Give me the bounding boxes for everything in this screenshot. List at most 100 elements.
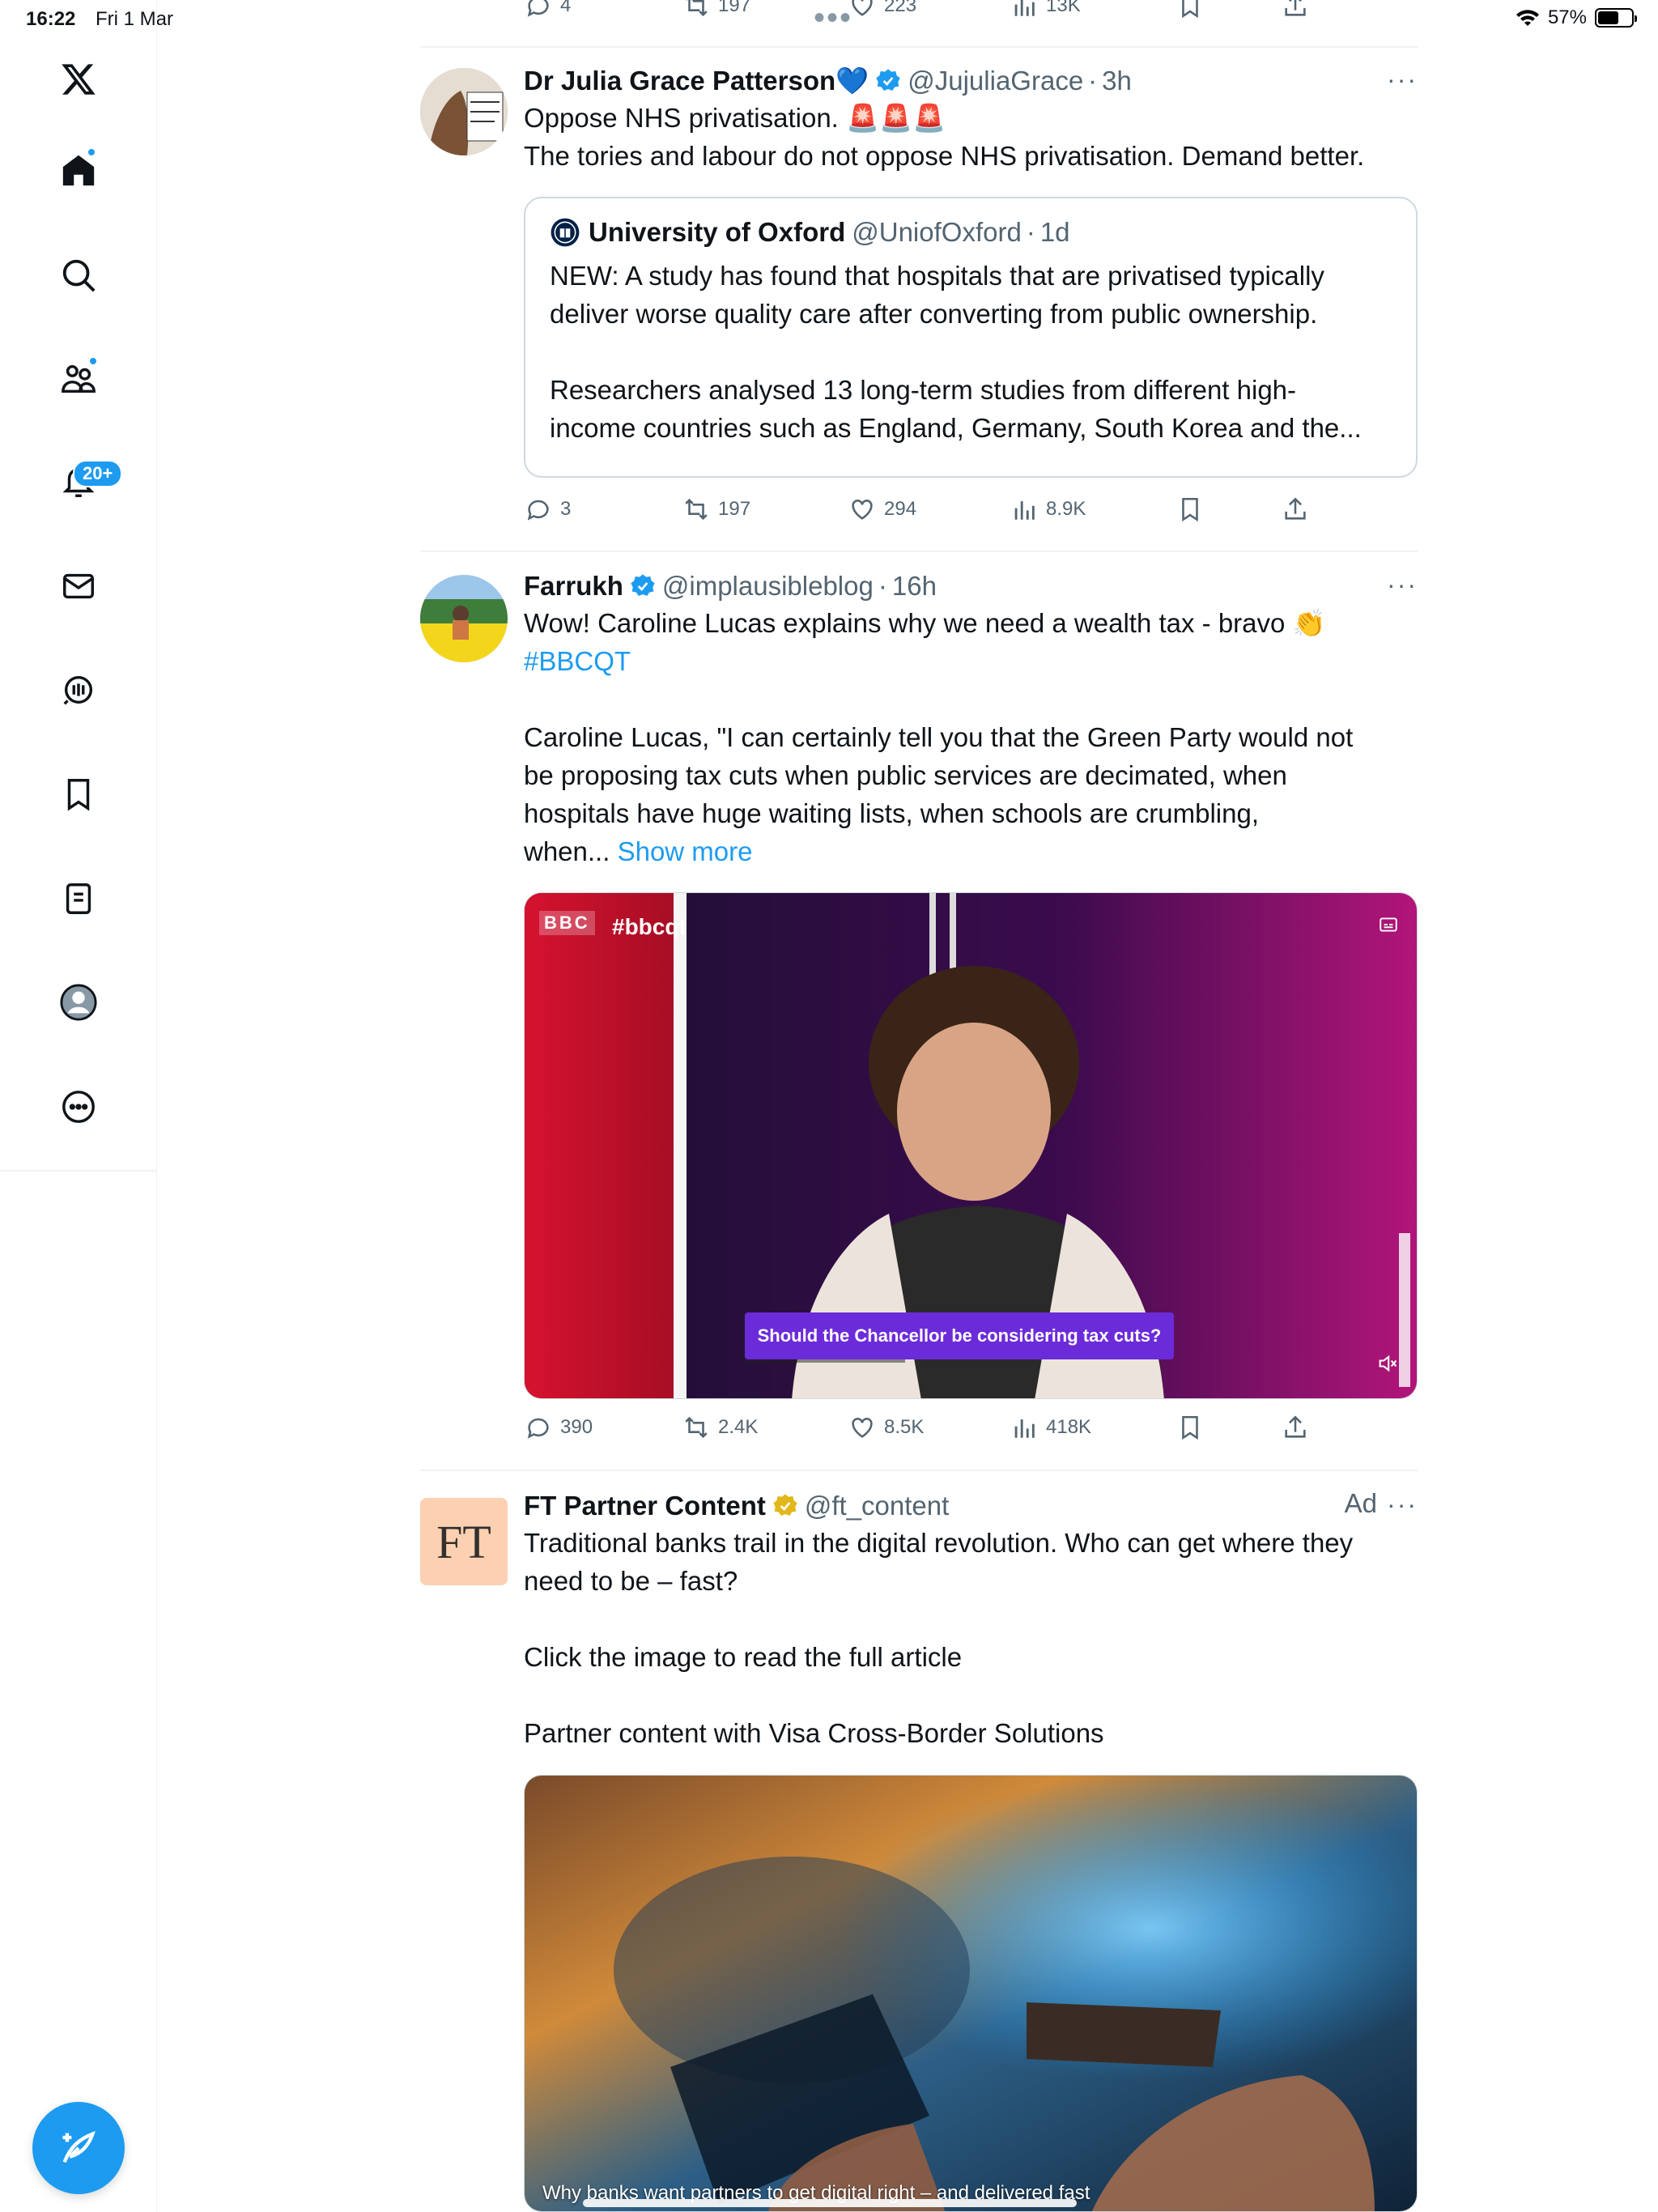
x-logo-icon[interactable] xyxy=(46,47,111,112)
author-name[interactable]: Farrukh xyxy=(524,568,623,604)
reply-action[interactable]: 4 xyxy=(525,0,571,19)
quote-author-handle: @UniofOxford xyxy=(852,217,1022,247)
bookmark-icon xyxy=(1182,0,1198,19)
channel-logo: BBC xyxy=(539,911,595,935)
tweet-divider xyxy=(420,46,1418,48)
messages-icon[interactable] xyxy=(46,554,111,619)
like-action[interactable]: 223 xyxy=(848,0,916,19)
communities-icon[interactable] xyxy=(46,347,111,411)
tweet-header: Dr Julia Grace Patterson💙 @JujuliaGrace … xyxy=(524,63,1418,99)
status-right: 57% xyxy=(1516,6,1637,29)
bookmark-action[interactable] xyxy=(1176,1414,1204,1441)
quote-header: University of Oxford @UniofOxford · 1d xyxy=(550,215,1392,250)
bookmark-action[interactable] xyxy=(1176,496,1204,523)
reply-action[interactable]: 390 xyxy=(525,1414,593,1441)
tweet-divider xyxy=(420,551,1418,552)
more-options-icon[interactable]: ··· xyxy=(1387,570,1418,600)
video-hashtag-overlay: #bbcqt xyxy=(612,914,687,939)
author-handle[interactable]: @JujuliaGrace xyxy=(908,63,1083,99)
lists-icon[interactable] xyxy=(46,866,111,931)
tweet-actions: 3 197 294 8.9K xyxy=(525,496,1415,528)
quote-timestamp: 1d xyxy=(1039,217,1070,247)
tweet-divider xyxy=(420,1470,1418,1471)
separator: · xyxy=(1026,217,1035,247)
battery-icon xyxy=(1595,8,1637,28)
avatar[interactable] xyxy=(420,575,508,662)
ft-logo-avatar[interactable]: FT xyxy=(420,1498,508,1585)
tweet-text: Traditional banks trail in the digital r… xyxy=(524,1528,1354,1748)
reply-action[interactable]: 3 xyxy=(525,496,571,523)
avatar[interactable] xyxy=(420,68,508,155)
notifications-badge: 20+ xyxy=(73,460,123,487)
repost-action[interactable]: 197 xyxy=(682,0,750,19)
sidebar: 20+ xyxy=(0,0,157,2212)
views-chart-icon xyxy=(1014,1419,1035,1438)
quote-author-name: University of Oxford xyxy=(589,217,846,247)
captions-icon[interactable] xyxy=(1378,914,1399,939)
share-icon xyxy=(1285,0,1306,16)
views-action[interactable]: 8.9K xyxy=(1010,496,1086,523)
share-action[interactable] xyxy=(1282,0,1309,19)
reply-count: 3 xyxy=(560,498,572,520)
verified-badge-icon xyxy=(876,69,900,91)
reply-count: 390 xyxy=(560,1416,593,1438)
timestamp[interactable]: 16h xyxy=(892,568,937,604)
reply-icon xyxy=(527,500,549,521)
home-icon[interactable] xyxy=(46,138,111,202)
compose-post-button[interactable] xyxy=(32,2102,125,2194)
repost-icon xyxy=(685,1416,708,1439)
views-action[interactable]: 418K xyxy=(1010,1414,1091,1441)
tweet-header: FT Partner Content @ft_content xyxy=(524,1488,1418,1524)
bookmarks-icon[interactable] xyxy=(46,762,111,827)
more-circle-icon[interactable] xyxy=(46,1074,111,1139)
profile-avatar-icon[interactable] xyxy=(46,970,111,1035)
repost-count: 197 xyxy=(718,498,751,520)
repost-action[interactable]: 2.4K xyxy=(682,1414,758,1441)
tweet-header: Farrukh @implausibleblog · 16h xyxy=(524,568,1418,604)
views-count: 13K xyxy=(1046,0,1081,16)
like-action[interactable]: 8.5K xyxy=(848,1414,924,1441)
heart-icon xyxy=(852,0,873,16)
verified-badge-icon xyxy=(631,574,655,596)
share-action[interactable] xyxy=(1282,496,1309,523)
share-action[interactable] xyxy=(1282,1414,1309,1441)
video-caption-banner: Should the Chancellor be considering tax… xyxy=(745,1312,1174,1359)
heart-icon xyxy=(852,1418,873,1438)
repost-icon xyxy=(685,498,708,521)
more-options-icon[interactable]: ··· xyxy=(1387,1490,1418,1520)
repost-count: 2.4K xyxy=(718,1416,759,1438)
like-count: 223 xyxy=(884,0,917,16)
quoted-tweet[interactable]: University of Oxford @UniofOxford · 1d N… xyxy=(524,197,1418,478)
quote-text: NEW: A study has found that hospitals th… xyxy=(550,261,1362,443)
bookmark-action[interactable] xyxy=(1176,0,1204,19)
ad-image-card[interactable]: Why banks want partners to get digital r… xyxy=(524,1775,1418,2212)
like-action[interactable]: 294 xyxy=(848,496,916,523)
hashtag-link[interactable]: #BBCQT xyxy=(524,642,1418,680)
feather-plus-icon xyxy=(62,2131,96,2163)
timestamp[interactable]: 3h xyxy=(1102,63,1132,99)
grok-icon[interactable] xyxy=(46,657,111,722)
video-player[interactable]: BBC #bbcqt Should the Chancellor be cons… xyxy=(524,892,1418,1399)
views-action[interactable]: 13K xyxy=(1010,0,1081,19)
oxford-crest-icon xyxy=(551,218,580,247)
author-name[interactable]: FT Partner Content xyxy=(524,1488,766,1524)
tweet-text-line: Wow! Caroline Lucas explains why we need… xyxy=(524,608,1326,638)
battery-percent: 57% xyxy=(1547,6,1587,28)
like-count: 294 xyxy=(884,498,917,520)
repost-icon xyxy=(686,0,708,17)
ad-label: Ad xyxy=(1344,1488,1377,1518)
home-indicator xyxy=(583,2199,1077,2207)
views-count: 8.9K xyxy=(1046,498,1086,520)
more-options-icon[interactable]: ··· xyxy=(1387,65,1418,95)
author-handle[interactable]: @ft_content xyxy=(805,1488,949,1524)
repost-action[interactable]: 197 xyxy=(682,496,750,523)
show-more-link[interactable]: Show more xyxy=(618,836,753,866)
page-dots-icon: ••• xyxy=(814,0,853,36)
separator: · xyxy=(878,571,887,601)
reply-icon xyxy=(527,1418,549,1439)
search-icon[interactable] xyxy=(46,243,111,308)
author-name[interactable]: Dr Julia Grace Patterson💙 xyxy=(524,63,869,99)
tweet-actions: 390 2.4K 8.5K 418K xyxy=(525,1414,1415,1446)
mute-icon[interactable] xyxy=(1376,1352,1399,1379)
author-handle[interactable]: @implausibleblog xyxy=(662,568,874,604)
